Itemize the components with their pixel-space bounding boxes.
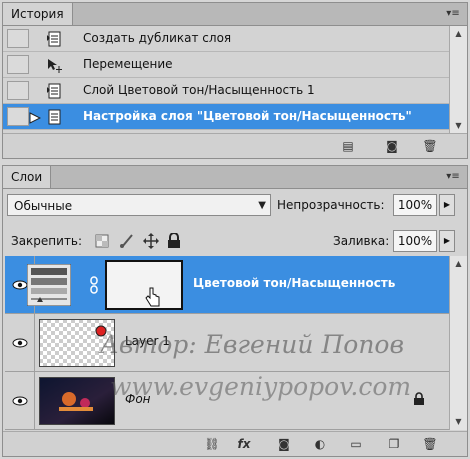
history-snapshot-checkbox[interactable] xyxy=(7,107,29,126)
opacity-field[interactable]: 100% xyxy=(393,194,437,216)
history-item-label: Настройка слоя "Цветовой тон/Насыщенност… xyxy=(83,109,412,123)
history-panel-menu-icon[interactable]: ▾≡ xyxy=(443,6,463,21)
history-tabbar: История ▾≡ xyxy=(3,3,467,26)
eye-icon xyxy=(12,280,27,289)
layers-scrollbar[interactable]: ▲ ▼ xyxy=(449,256,467,430)
layer-locked-icon xyxy=(414,392,424,405)
new-layer-icon[interactable]: ❐ xyxy=(385,436,403,452)
visibility-eye-toggle[interactable] xyxy=(5,314,35,371)
hue-saturation-adjustment-thumbnail-icon xyxy=(27,264,71,306)
link-layers-icon[interactable]: ⛓ xyxy=(203,436,221,452)
history-item-label: Слой Цветовой тон/Насыщенность 1 xyxy=(83,83,315,97)
history-panel: История ▾≡ Создать дубликат слоя Перемещ… xyxy=(2,2,468,159)
lock-all-icon[interactable] xyxy=(167,233,181,249)
trash-icon[interactable]: 🗑 xyxy=(421,138,439,154)
watermark-url: www.evgeniypopov.com xyxy=(110,372,412,401)
eye-icon xyxy=(12,396,27,405)
lock-position-move-icon[interactable] xyxy=(143,233,159,249)
trash-icon[interactable]: 🗑 xyxy=(421,436,439,452)
hand-cursor-icon xyxy=(145,287,160,307)
fill-slider-arrow-icon[interactable]: ▶ xyxy=(439,230,455,252)
scroll-down-icon[interactable]: ▼ xyxy=(450,414,467,430)
lock-label: Закрепить: xyxy=(11,234,83,248)
layer-style-fx-icon[interactable]: fx xyxy=(235,436,253,452)
history-item[interactable]: Слой Цветовой тон/Насыщенность 1 xyxy=(3,78,449,104)
mask-link-chain-icon[interactable] xyxy=(89,276,99,294)
layers-tab[interactable]: Слои xyxy=(3,166,52,188)
eye-icon xyxy=(12,338,27,347)
layers-panel-menu-icon[interactable]: ▾≡ xyxy=(443,169,463,184)
opacity-label: Непрозрачность: xyxy=(277,198,385,212)
layers-panel: Слои ▾≡ Обычные ▼ Непрозрачность: 100% ▶… xyxy=(2,165,468,457)
layer-name[interactable]: Цветовой тон/Насыщенность xyxy=(193,276,395,290)
layer-row-adjustment[interactable]: Цветовой тон/Насыщенность xyxy=(5,256,450,314)
watermark-author: Автор: Евгений Попов xyxy=(100,330,405,359)
new-group-folder-icon[interactable]: ▭ xyxy=(347,436,365,452)
scroll-down-icon[interactable]: ▼ xyxy=(450,118,467,134)
scroll-up-icon[interactable]: ▲ xyxy=(450,26,467,42)
fill-field[interactable]: 100% xyxy=(393,230,437,252)
chevron-down-icon: ▼ xyxy=(258,200,266,211)
history-snapshot-checkbox[interactable] xyxy=(7,81,29,100)
new-snapshot-icon[interactable]: ◙ xyxy=(383,138,401,154)
layers-footer: ⛓ fx ◙ ◐ ▭ ❐ 🗑 xyxy=(3,431,467,456)
history-snapshot-checkbox[interactable] xyxy=(7,29,29,48)
blend-mode-select[interactable]: Обычные ▼ xyxy=(7,194,271,216)
document-icon xyxy=(47,83,61,99)
history-item[interactable]: Создать дубликат слоя xyxy=(3,26,449,52)
history-footer: ▤ ◙ 🗑 xyxy=(3,133,467,158)
scroll-up-icon[interactable]: ▲ xyxy=(450,256,467,272)
opacity-slider-arrow-icon[interactable]: ▶ xyxy=(439,194,455,216)
history-item-label: Создать дубликат слоя xyxy=(83,31,232,45)
blend-mode-value: Обычные xyxy=(14,199,73,213)
layers-tabbar: Слои ▾≡ xyxy=(3,166,467,189)
history-tab[interactable]: История xyxy=(3,3,73,25)
add-layer-mask-icon[interactable]: ◙ xyxy=(275,436,293,452)
document-icon xyxy=(48,109,61,125)
lock-transparent-pixels-icon[interactable] xyxy=(95,234,109,248)
layer-thumbnail-photo-icon xyxy=(39,377,115,425)
history-scrollbar[interactable]: ▲ ▼ xyxy=(449,26,467,134)
history-item-selected[interactable]: Настройка слоя "Цветовой тон/Насыщенност… xyxy=(3,104,449,130)
history-snapshot-checkbox[interactable] xyxy=(7,55,29,74)
lock-image-pixels-brush-icon[interactable] xyxy=(119,233,135,249)
fill-label: Заливка: xyxy=(333,234,390,248)
move-icon xyxy=(48,59,62,73)
document-icon xyxy=(47,31,61,47)
history-item[interactable]: Перемещение xyxy=(3,52,449,78)
new-document-from-state-icon[interactable]: ▤ xyxy=(339,138,357,154)
history-state-marker-icon xyxy=(29,112,41,124)
new-adjustment-layer-icon[interactable]: ◐ xyxy=(311,436,329,452)
history-item-label: Перемещение xyxy=(83,57,173,71)
visibility-eye-toggle[interactable] xyxy=(5,372,35,429)
